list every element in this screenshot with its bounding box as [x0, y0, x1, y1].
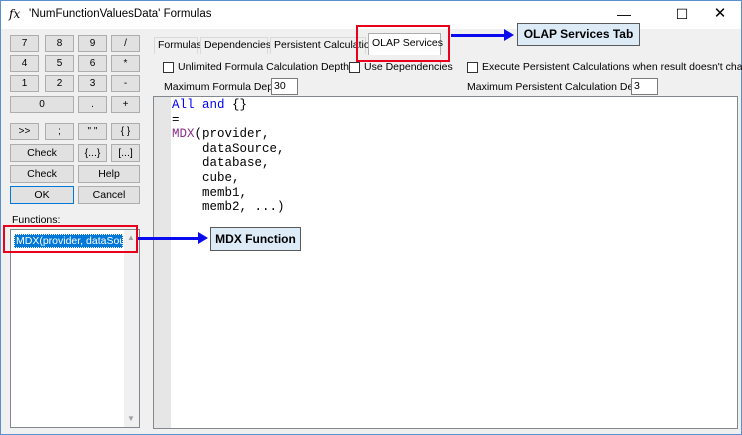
- code-line-8: memb2, ...): [172, 200, 285, 215]
- key-7[interactable]: 7: [10, 35, 39, 52]
- olap-tab-arrowhead: [504, 29, 514, 41]
- olap-tab-arrow: [451, 34, 506, 37]
- use-dependencies-checkbox[interactable]: [349, 62, 360, 73]
- key-semicolon[interactable]: ;: [45, 123, 74, 140]
- max-persistent-depth-input[interactable]: 3: [631, 78, 658, 95]
- code-line-3-rest: (provider,: [194, 127, 270, 142]
- fx-icon: fx: [9, 7, 21, 21]
- key-decimal[interactable]: .: [78, 96, 107, 113]
- key-divide[interactable]: /: [111, 35, 140, 52]
- olap-tab-annotation: OLAP Services Tab: [517, 23, 640, 46]
- key-3[interactable]: 3: [78, 75, 107, 92]
- tab-formulas[interactable]: Formulas: [154, 37, 202, 54]
- code-line-5: database,: [172, 156, 270, 171]
- code-line-7: memb1,: [172, 185, 248, 200]
- key-1[interactable]: 1: [10, 75, 39, 92]
- use-dependencies-label: Use Dependencies: [364, 61, 453, 73]
- key-braces[interactable]: { }: [111, 123, 140, 140]
- help-button[interactable]: Help: [78, 165, 140, 183]
- tab-dependencies[interactable]: Dependencies: [200, 37, 271, 54]
- code-keyword-and: and: [202, 98, 225, 112]
- scroll-down-icon[interactable]: ▼: [127, 414, 135, 423]
- functions-list[interactable]: MDX(provider, dataSource, database, cube…: [10, 229, 140, 428]
- execute-persistent-label: Execute Persistent Calculations when res…: [482, 61, 742, 73]
- window-title: 'NumFunctionValuesData' Formulas: [29, 8, 212, 20]
- key-indent[interactable]: >>: [10, 123, 39, 140]
- code-keyword-all: All: [172, 98, 195, 112]
- max-persistent-depth-label: Maximum Persistent Calculation Depth:: [467, 81, 651, 93]
- unlimited-depth-label: Unlimited Formula Calculation Depth: [178, 61, 349, 73]
- key-plus[interactable]: +: [111, 96, 140, 113]
- functions-scrollbar[interactable]: ▲ ▼: [124, 230, 139, 427]
- cancel-button[interactable]: Cancel: [78, 186, 140, 204]
- execute-persistent-checkbox[interactable]: [467, 62, 478, 73]
- code-function-mdx: MDX: [172, 127, 195, 142]
- braces-dots-button[interactable]: {...}: [78, 144, 107, 162]
- tab-persistent-calculations[interactable]: Persistent Calculations: [270, 37, 381, 54]
- max-formula-depth-input[interactable]: 30: [271, 78, 298, 95]
- mdx-function-arrow: [138, 237, 200, 240]
- key-multiply[interactable]: *: [111, 55, 140, 72]
- key-2[interactable]: 2: [45, 75, 74, 92]
- key-4[interactable]: 4: [10, 55, 39, 72]
- close-button[interactable]: ✕: [697, 1, 742, 29]
- key-0[interactable]: 0: [10, 96, 74, 113]
- formula-code[interactable]: All and {} = MDX(provider, dataSource, d…: [172, 98, 285, 215]
- key-6[interactable]: 6: [78, 55, 107, 72]
- brackets-dots-button[interactable]: [...]: [111, 144, 140, 162]
- max-formula-depth-label: Maximum Formula Depth:: [164, 81, 285, 93]
- mdx-function-annotation: MDX Function: [210, 227, 301, 251]
- code-line-4: dataSource,: [172, 141, 285, 156]
- key-minus[interactable]: -: [111, 75, 140, 92]
- check-empty-button[interactable]: Check Empty: [10, 165, 74, 196]
- code-line-6: cube,: [172, 170, 240, 185]
- formulas-window: fx 'NumFunctionValuesData' Formulas — ☐ …: [0, 0, 742, 435]
- check-syntax-button[interactable]: Check Syntax: [10, 144, 74, 175]
- key-8[interactable]: 8: [45, 35, 74, 52]
- key-5[interactable]: 5: [45, 55, 74, 72]
- code-line-2: =: [172, 112, 180, 127]
- key-9[interactable]: 9: [78, 35, 107, 52]
- unlimited-depth-checkbox[interactable]: [163, 62, 174, 73]
- mdx-function-callout: [3, 225, 138, 253]
- ok-button[interactable]: OK: [10, 186, 74, 204]
- editor-gutter: [154, 97, 171, 428]
- code-line-1-rest: {}: [224, 98, 248, 112]
- mdx-function-arrowhead: [198, 232, 208, 244]
- formula-editor[interactable]: All and {} = MDX(provider, dataSource, d…: [153, 96, 738, 429]
- key-quotes[interactable]: " ": [78, 123, 107, 140]
- olap-tab-callout: [356, 25, 450, 62]
